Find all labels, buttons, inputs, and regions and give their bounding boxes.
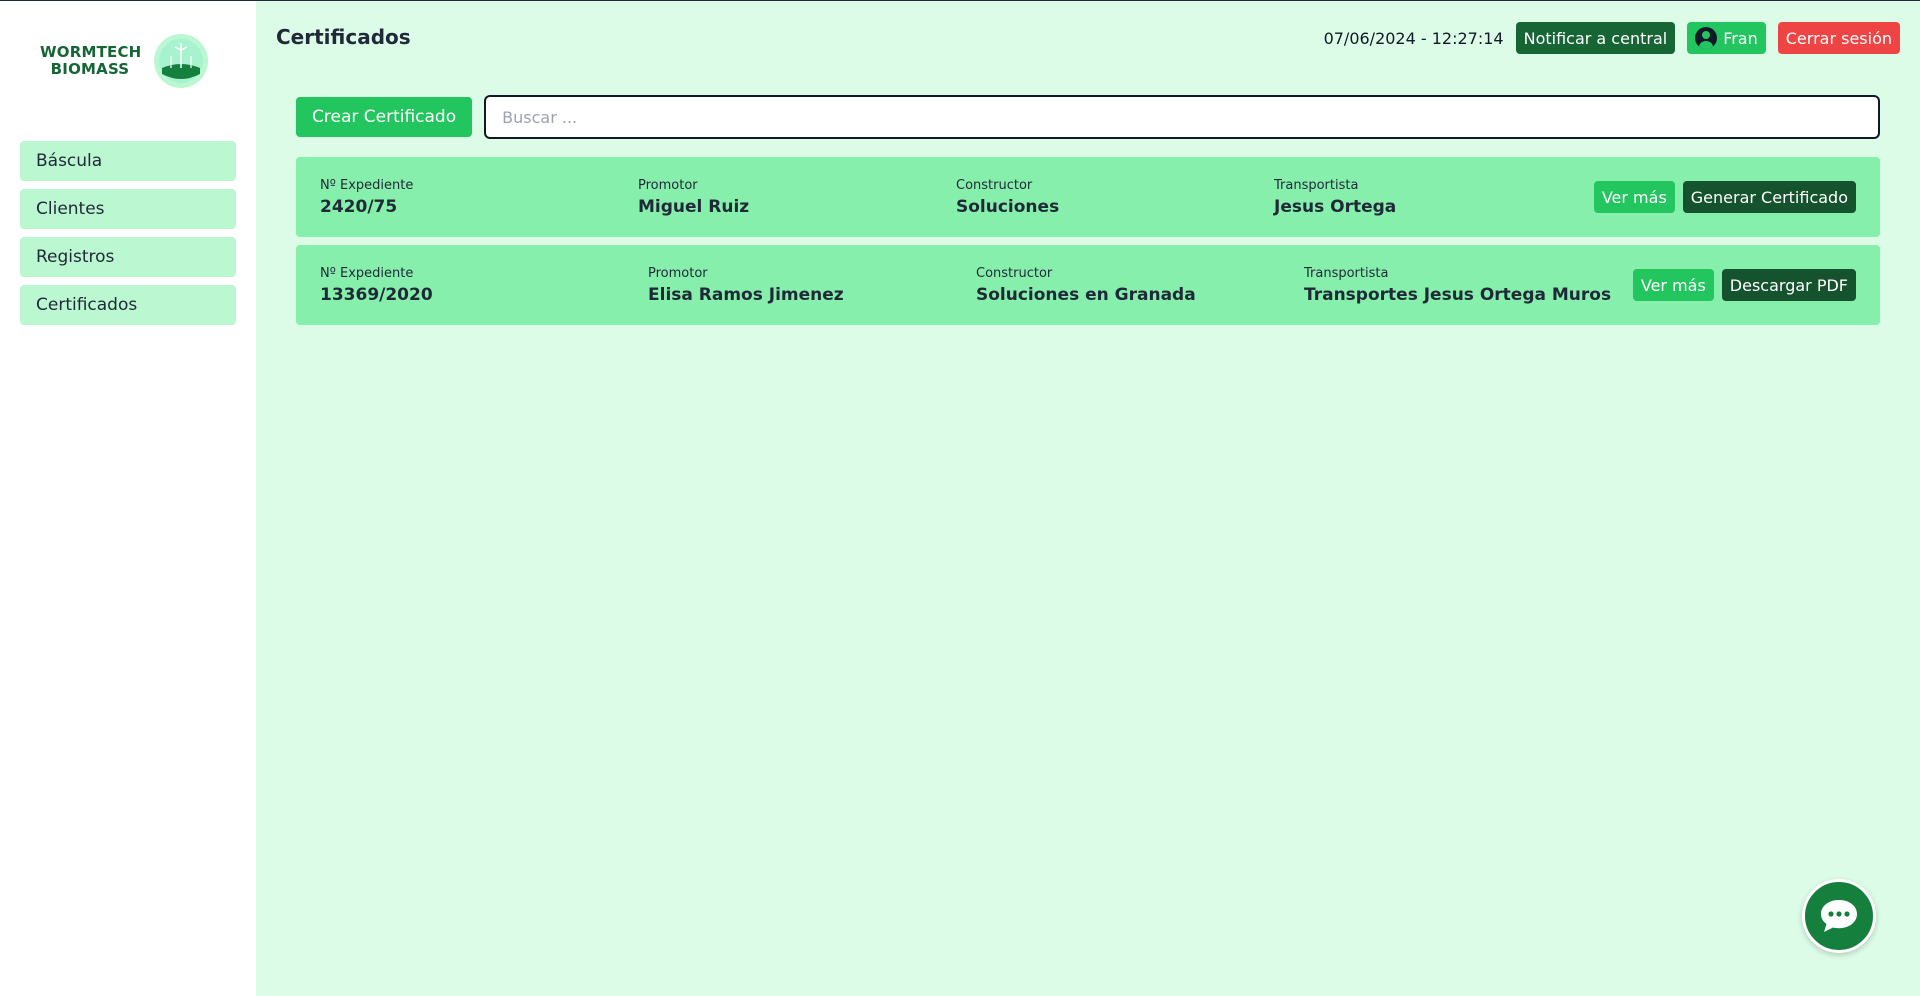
certificate-card: Nº Expediente 2420/75 Promotor Miguel Ru… [296,157,1880,237]
expediente-field: Nº Expediente 13369/2020 [320,266,648,305]
sidebar-item-bascula[interactable]: Báscula [20,141,236,181]
brand-line-2: BIOMASS [50,60,130,78]
toolbar: Crear Certificado [296,95,1880,139]
transportista-label: Transportista [1274,177,1359,193]
sidebar-item-clientes[interactable]: Clientes [20,189,236,229]
download-pdf-button[interactable]: Descargar PDF [1721,269,1856,301]
constructor-label: Constructor [976,265,1053,281]
transportista-field: Transportista Jesus Ortega [1274,178,1592,217]
promotor-value: Elisa Ramos Jimenez [648,284,844,305]
certificate-fields: Nº Expediente 13369/2020 Promotor Elisa … [320,266,1633,305]
constructor-label: Constructor [956,177,1033,193]
promotor-label: Promotor [638,177,698,193]
logout-button[interactable]: Cerrar sesión [1777,22,1900,54]
user-circle-icon [1695,27,1718,49]
page-title: Certificados [276,25,411,49]
view-more-button[interactable]: Ver más [1632,269,1714,301]
chat-button[interactable] [1802,879,1876,953]
certificate-fields: Nº Expediente 2420/75 Promotor Miguel Ru… [320,178,1594,217]
search-input[interactable] [484,95,1880,139]
brand-logo[interactable]: WORMTECH BIOMASS [40,31,220,91]
create-certificate-button[interactable]: Crear Certificado [296,97,473,137]
expediente-label: Nº Expediente [320,177,414,193]
expediente-value: 13369/2020 [320,284,433,305]
certificate-card: Nº Expediente 13369/2020 Promotor Elisa … [296,245,1880,325]
expediente-value: 2420/75 [320,196,398,217]
sidebar: WORMTECH BIOMASS Báscula Clientes Regist… [0,1,256,996]
promotor-value: Miguel Ruiz [638,196,750,217]
brand-line-1: WORMTECH [40,43,142,61]
sidebar-nav: Báscula Clientes Registros Certificados [20,141,236,333]
main-content: Certificados 07/06/2024 - 12:27:14 Notif… [256,1,1920,996]
promotor-field: Promotor Elisa Ramos Jimenez [648,266,976,305]
certificate-actions: Ver más Generar Certificado [1593,181,1856,213]
promotor-label: Promotor [648,265,708,281]
view-more-button[interactable]: Ver más [1593,181,1675,213]
transportista-value: Jesus Ortega [1274,196,1397,217]
certificate-actions: Ver más Descargar PDF [1632,269,1856,301]
sidebar-item-certificados[interactable]: Certificados [20,285,236,325]
constructor-value: Soluciones en Granada [976,284,1196,305]
promotor-field: Promotor Miguel Ruiz [638,178,956,217]
transportista-label: Transportista [1304,265,1389,281]
user-name: Fran [1723,28,1758,48]
chat-bubble-icon [1821,900,1857,932]
generate-certificate-button[interactable]: Generar Certificado [1682,181,1856,213]
user-menu-button[interactable]: Fran [1687,22,1766,54]
transportista-field: Transportista Transportes Jesus Ortega M… [1304,266,1632,305]
current-datetime: 07/06/2024 - 12:27:14 [1323,28,1504,48]
transportista-value: Transportes Jesus Ortega Muros [1304,284,1612,305]
wind-turbine-logo-icon [154,34,208,88]
notify-central-button[interactable]: Notificar a central [1515,22,1676,54]
certificate-list: Nº Expediente 2420/75 Promotor Miguel Ru… [296,157,1880,333]
constructor-value: Soluciones [956,196,1060,217]
brand-name: WORMTECH BIOMASS [40,43,142,78]
expediente-field: Nº Expediente 2420/75 [320,178,638,217]
sidebar-item-registros[interactable]: Registros [20,237,236,277]
constructor-field: Constructor Soluciones en Granada [976,266,1304,305]
constructor-field: Constructor Soluciones [956,178,1274,217]
top-bar: 07/06/2024 - 12:27:14 Notificar a centra… [1324,21,1900,55]
expediente-label: Nº Expediente [320,265,414,281]
